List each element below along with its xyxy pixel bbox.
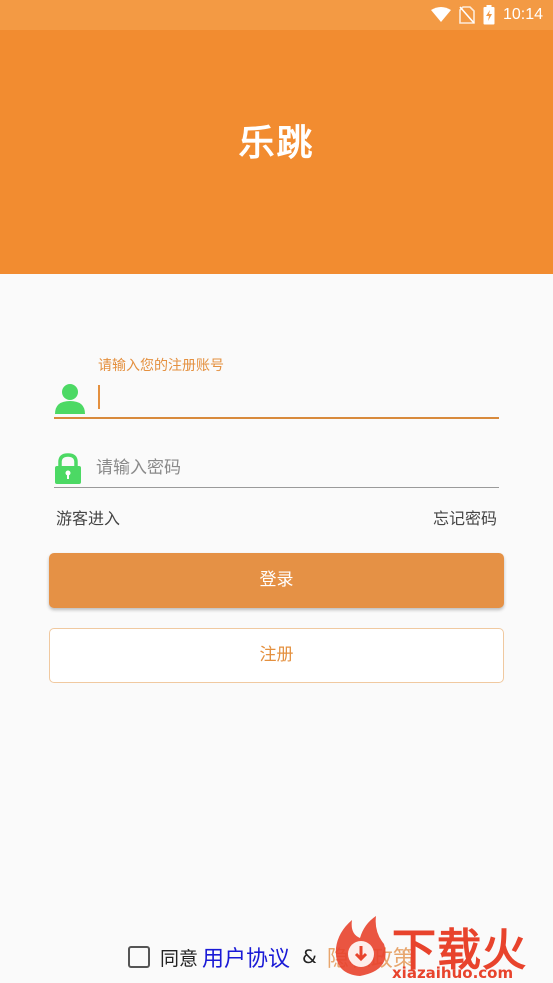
login-button[interactable]: 登录 [49, 553, 504, 608]
password-input[interactable] [96, 453, 499, 483]
user-agreement-link[interactable]: 用户协议 [202, 941, 290, 973]
battery-charging-icon [483, 5, 495, 25]
forgot-password-link[interactable]: 忘记密码 [433, 505, 497, 529]
header-banner: 10:14 乐跳 [0, 0, 553, 274]
status-time: 10:14 [502, 6, 543, 23]
watermark: 下载火 xiazaihuo.com [326, 912, 553, 983]
watermark-url: xiazaihuo.com [392, 964, 514, 982]
user-icon [54, 382, 86, 418]
app-title-logo: 乐跳 [238, 123, 315, 164]
agreement-separator: & [302, 946, 317, 968]
account-field-label: 请输入您的注册账号 [98, 358, 224, 374]
account-underline [54, 417, 499, 419]
no-sim-icon [459, 6, 475, 24]
flame-logo-icon [330, 914, 390, 982]
wifi-icon [430, 7, 451, 23]
agree-checkbox[interactable] [128, 946, 150, 968]
password-underline [54, 486, 499, 488]
guest-entry-link[interactable]: 游客进入 [56, 505, 120, 529]
status-bar: 10:14 [0, 0, 553, 30]
lock-icon [54, 453, 82, 489]
account-input[interactable] [96, 383, 499, 413]
agree-label: 同意 [160, 947, 199, 970]
password-field[interactable] [54, 448, 499, 488]
register-button[interactable]: 注册 [49, 628, 504, 683]
account-field[interactable]: 请输入您的注册账号 [54, 355, 499, 419]
text-cursor [98, 385, 100, 409]
